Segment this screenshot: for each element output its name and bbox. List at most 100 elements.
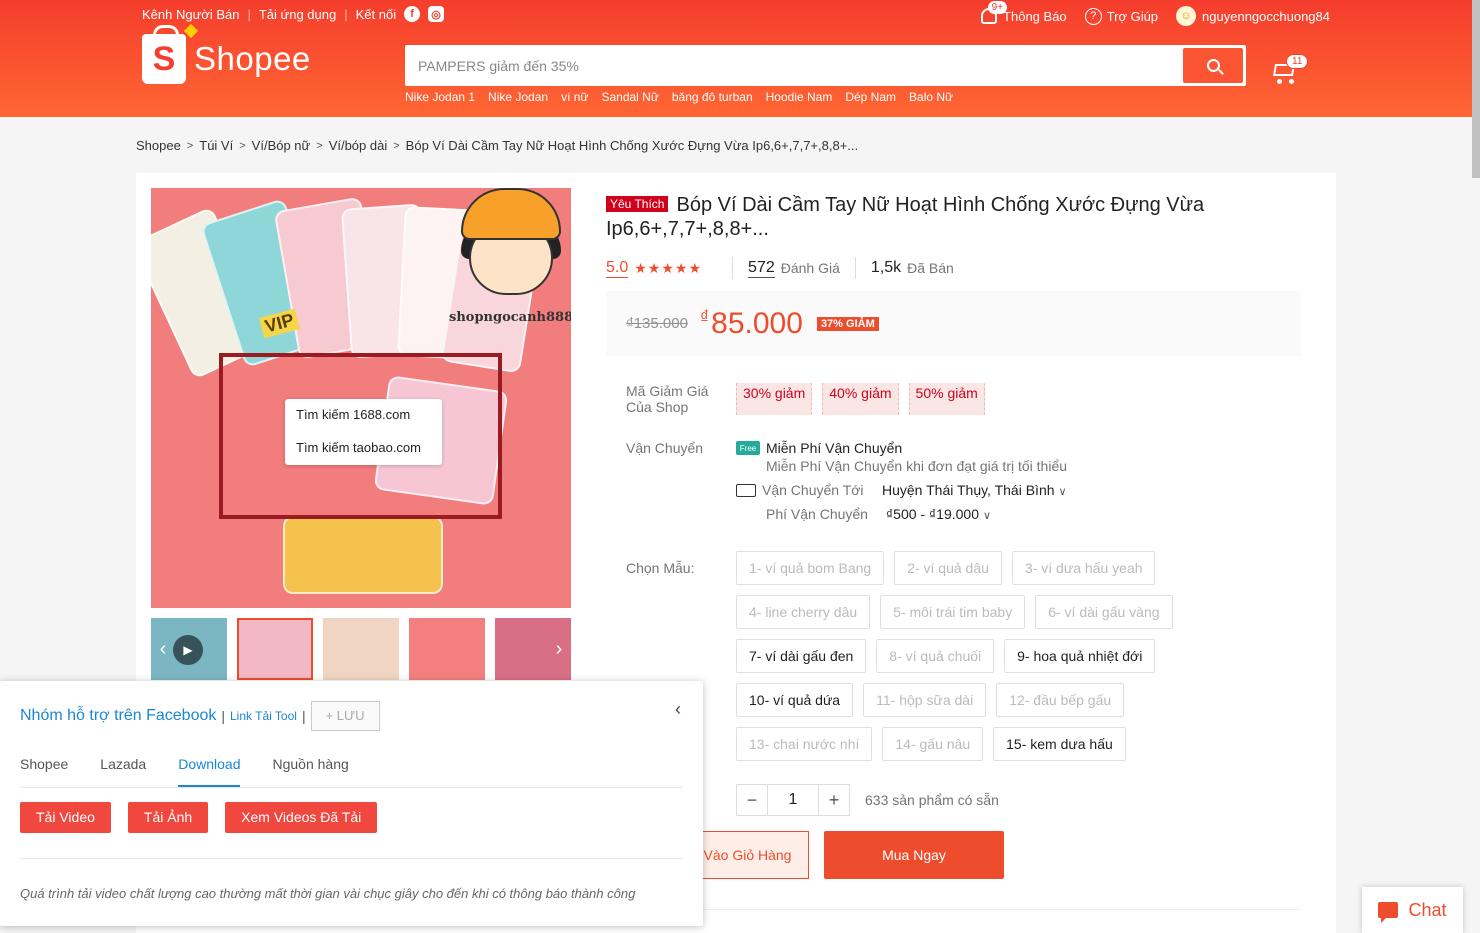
seller-centre-link[interactable]: Kênh Người Bán: [142, 7, 239, 22]
tab-shopee[interactable]: Shopee: [20, 756, 68, 787]
search-input[interactable]: [408, 48, 1183, 83]
variant-option[interactable]: 10- ví quả dứa: [736, 683, 854, 717]
username: nguyenngocchuong84: [1202, 8, 1330, 24]
top-divider: |: [344, 6, 348, 22]
help-link[interactable]: ? Trợ Giúp: [1084, 7, 1159, 25]
download-app-link[interactable]: Tải ứng dụng: [259, 7, 336, 22]
variant-option[interactable]: 14- gấu nâu: [882, 727, 984, 761]
ship-fee-value: ₫500 - ₫19.000: [886, 506, 979, 522]
notifications-link[interactable]: 9+ Thông Báo: [981, 1, 1067, 24]
save-button[interactable]: + LƯU: [310, 701, 380, 731]
image-context-menu: Tìm kiếm 1688.com Tìm kiếm taobao.com: [285, 399, 442, 465]
tab-download[interactable]: Download: [178, 756, 241, 787]
breadcrumb-item[interactable]: Shopee: [136, 138, 181, 153]
collapse-panel-icon[interactable]: ‹: [675, 699, 681, 720]
favourite-badge: Yêu Thích: [606, 196, 669, 212]
play-icon[interactable]: ▶: [173, 635, 203, 665]
ship-fee-dropdown[interactable]: ₫500 - ₫19.000 ∨: [886, 506, 991, 522]
top-divider: |: [247, 6, 251, 22]
variant-option[interactable]: 11- hộp sữa dài: [863, 683, 987, 717]
wallet-illustration: [283, 516, 443, 594]
suggestion-link[interactable]: Nike Jodan 1: [405, 90, 475, 104]
variant-option[interactable]: 1- ví quả bom Bang: [736, 551, 885, 585]
shopee-logo[interactable]: S Shopee: [142, 23, 311, 84]
top-bar: Kênh Người Bán | Tải ứng dụng | Kết nối …: [142, 1, 1330, 26]
reviews-count[interactable]: 572: [748, 259, 775, 278]
next-arrow-icon[interactable]: ›: [549, 639, 569, 660]
facebook-icon[interactable]: f: [404, 6, 421, 22]
download-images-button[interactable]: Tải Ảnh: [127, 802, 209, 833]
buy-now-button[interactable]: Mua Ngay: [824, 831, 1004, 879]
suggestion-link[interactable]: Balo Nữ: [909, 90, 953, 104]
original-price: ₫135.000: [626, 315, 688, 332]
ship-fee-line: Phí Vận Chuyển ₫500 - ₫19.000 ∨: [766, 506, 1067, 522]
voucher-label: Mã Giảm Giá Của Shop: [626, 383, 709, 415]
account-menu[interactable]: ☺ nguyenngocchuong84: [1176, 6, 1330, 26]
search-button[interactable]: [1183, 48, 1243, 83]
breadcrumb-item[interactable]: Ví/bóp dài: [329, 138, 388, 153]
variant-option[interactable]: 12- đầu bếp gấu: [996, 683, 1125, 717]
shop-watermark: shopngocanh888: [449, 310, 571, 325]
variant-option[interactable]: 5- môi trái tim baby: [880, 595, 1026, 629]
voucher-chip[interactable]: 40% giảm: [822, 383, 899, 415]
search-1688-option[interactable]: Tìm kiếm 1688.com: [296, 406, 431, 432]
variant-option[interactable]: 15- kem dưa hấu: [993, 727, 1126, 761]
cart-button[interactable]: 11: [1268, 54, 1309, 84]
breadcrumb-item[interactable]: Ví/Bóp nữ: [252, 138, 311, 153]
thumbnail[interactable]: [409, 618, 485, 680]
variant-option[interactable]: 6- ví dài gấu vàng: [1035, 595, 1173, 629]
cart-wheel: [1289, 79, 1294, 84]
cart-count-badge: 11: [1286, 54, 1309, 69]
page-scrollbar[interactable]: [1472, 0, 1480, 178]
quantity-decrease-button[interactable]: −: [736, 784, 768, 816]
product-main-image[interactable]: VIP shopngocanh888 Tìm kiếm 1688.com Tìm…: [151, 188, 571, 608]
variant-option[interactable]: 9- hoa quả nhiệt đới: [1004, 639, 1156, 673]
free-shipping-title: Miễn Phí Vận Chuyển: [766, 440, 903, 456]
voucher-chip[interactable]: 50% giảm: [908, 383, 985, 415]
shipping-details: Free Miễn Phí Vận Chuyển Miễn Phí Vận Ch…: [736, 440, 1067, 522]
prev-arrow-icon[interactable]: ‹: [153, 639, 173, 660]
suggestion-link[interactable]: ví nữ: [561, 90, 588, 104]
tab-lazada[interactable]: Lazada: [100, 756, 146, 787]
chevron-right-icon: >: [316, 139, 323, 152]
view-downloads-button[interactable]: Xem Videos Đã Tải: [225, 802, 378, 833]
cart-wheel: [1277, 79, 1282, 84]
suggestion-link[interactable]: Sandal Nữ: [601, 90, 658, 104]
chat-button[interactable]: Chat: [1362, 887, 1463, 933]
product-title-block: Yêu Thích Bóp Ví Dài Cầm Tay Nữ Hoạt Hình…: [606, 193, 1306, 241]
tool-download-link[interactable]: Link Tải Tool: [230, 709, 297, 723]
download-video-button[interactable]: Tải Video: [20, 802, 111, 833]
variant-option[interactable]: 2- ví quả dâu: [894, 551, 1002, 585]
shipping-row: Vận Chuyển Free Miễn Phí Vận Chuyển Miễn…: [626, 440, 1067, 522]
ship-to-dropdown[interactable]: Huyện Thái Thụy, Thái Bình ∨: [882, 482, 1067, 498]
facebook-group-link[interactable]: Nhóm hỗ trợ trên Facebook: [20, 707, 216, 725]
thumbnail[interactable]: ›: [495, 618, 571, 680]
instagram-icon[interactable]: ◎: [428, 6, 445, 22]
variant-option[interactable]: 13- chai nước nhí: [736, 727, 873, 761]
suggestion-link[interactable]: Dép Nam: [845, 90, 896, 104]
tabs-divider: [20, 787, 683, 788]
variant-option[interactable]: 3- ví dưa hấu yeah: [1011, 551, 1156, 585]
add-to-cart-button[interactable]: Vào Giỏ Hàng: [686, 831, 809, 879]
suggestion-link[interactable]: băng đô turban: [672, 90, 753, 104]
rating-score[interactable]: 5.0: [606, 259, 629, 278]
variant-option[interactable]: 7- ví dài gấu đen: [736, 639, 867, 673]
tab-sources[interactable]: Nguồn hàng: [272, 756, 348, 787]
breadcrumb-item[interactable]: Túi Ví: [199, 138, 233, 153]
thumbnail[interactable]: ‹ ▶: [151, 618, 227, 680]
suggestion-link[interactable]: Hoodie Nam: [766, 90, 833, 104]
help-label: Trợ Giúp: [1106, 8, 1159, 24]
quantity-increase-button[interactable]: +: [818, 784, 850, 816]
thumbnail-selected[interactable]: [237, 618, 313, 680]
thumbnail[interactable]: [323, 618, 399, 680]
ship-to-value: Huyện Thái Thụy, Thái Bình: [882, 482, 1055, 498]
variant-option[interactable]: 4- line cherry dâu: [736, 595, 871, 629]
sticker-hat: [461, 188, 561, 240]
chevron-down-icon: ∨: [983, 510, 992, 522]
suggestion-link[interactable]: Nike Jodan: [488, 90, 548, 104]
voucher-chip[interactable]: 30% giảm: [736, 383, 813, 415]
quantity-input[interactable]: 1: [768, 784, 818, 816]
product-title: Bóp Ví Dài Cầm Tay Nữ Hoạt Hình Chống Xư…: [606, 194, 1205, 240]
search-taobao-option[interactable]: Tìm kiếm taobao.com: [296, 432, 431, 464]
variant-option[interactable]: 8- ví quả chuối: [876, 639, 995, 673]
